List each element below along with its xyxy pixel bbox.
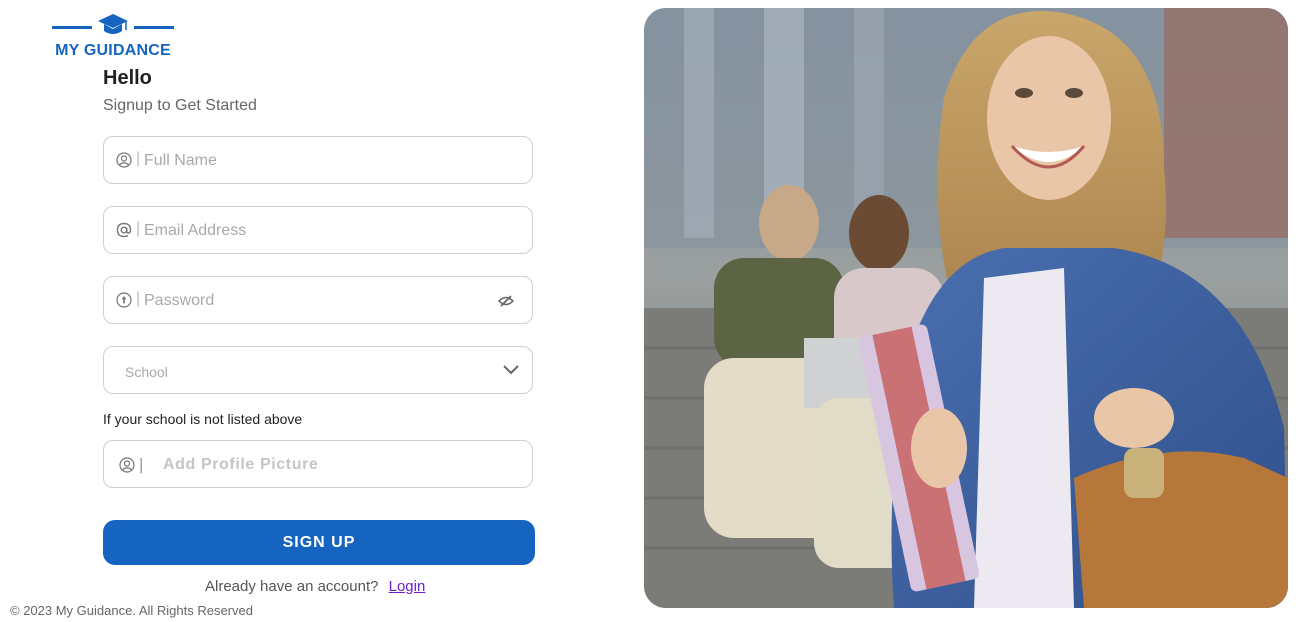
logo-line-left [52, 26, 92, 29]
email-placeholder: Email Address [144, 222, 247, 239]
school-select[interactable]: School [103, 346, 533, 394]
field-divider: | [136, 220, 141, 237]
profile-picture-placeholder: Add Profile Picture [163, 456, 319, 473]
field-divider: | [136, 290, 141, 307]
login-link[interactable]: Login [389, 578, 426, 595]
page-subtitle: Signup to Get Started [103, 97, 257, 114]
school-selected-value: School [125, 364, 168, 380]
full-name-field[interactable]: | Full Name [103, 136, 533, 184]
page-title: Hello [103, 67, 152, 89]
lock-circle-icon [116, 292, 132, 308]
footer-copyright: © 2023 My Guidance. All Rights Reserved [10, 603, 253, 618]
email-field[interactable]: | Email Address [103, 206, 533, 254]
user-circle-icon [116, 152, 132, 168]
hero-photo [644, 8, 1288, 608]
students-photo [644, 8, 1288, 608]
graduation-cap-icon [98, 14, 128, 34]
password-placeholder: Password [144, 292, 215, 309]
full-name-placeholder: Full Name [144, 152, 217, 169]
profile-picture-field[interactable]: | Add Profile Picture [103, 440, 533, 488]
field-divider: | [136, 150, 141, 167]
user-circle-icon [119, 457, 135, 473]
login-prompt-text: Already have an account? [205, 578, 379, 595]
password-field[interactable]: | Password [103, 276, 533, 324]
at-sign-icon [116, 222, 132, 238]
brand-name: MY GUIDANCE [55, 42, 171, 59]
eye-hidden-icon[interactable] [498, 294, 514, 308]
logo-line-right [134, 26, 174, 29]
brand-logo: MY GUIDANCE [52, 13, 174, 61]
sign-up-button[interactable]: SIGN UP [103, 520, 535, 565]
school-note: If your school is not listed above [103, 411, 303, 427]
field-divider: | [139, 455, 144, 474]
chevron-down-icon [503, 365, 519, 375]
login-prompt: Already have an account? Login [205, 578, 425, 595]
